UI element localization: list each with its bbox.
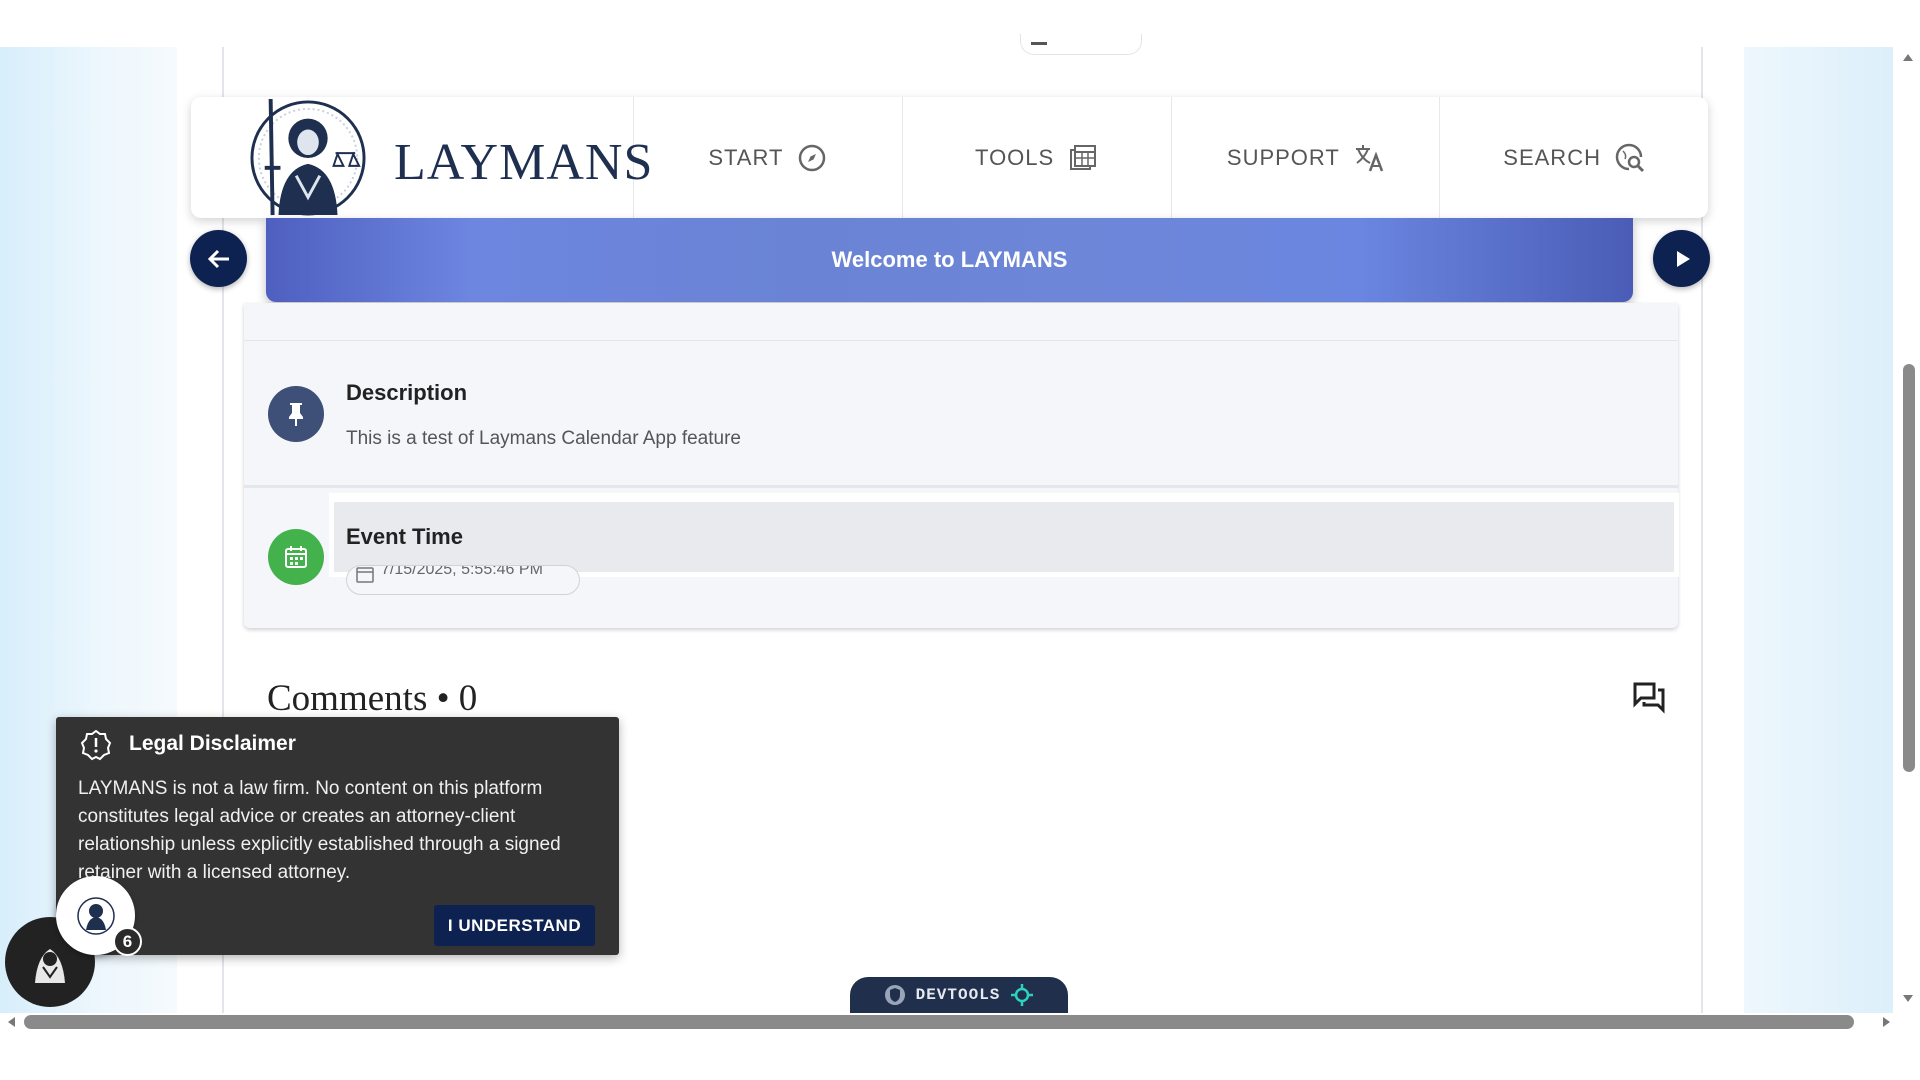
- disclaimer-title: Legal Disclaimer: [129, 732, 296, 755]
- brand[interactable]: LAYMANS: [191, 97, 652, 218]
- laymans-logo-icon: [76, 896, 115, 935]
- devtools-label: DEVTOOLS: [915, 986, 1001, 1004]
- event-time-value: 7/15/2025, 5:55:46 PM: [381, 565, 543, 578]
- legal-disclaimer: Legal Disclaimer LAYMANS is not a law fi…: [56, 717, 619, 955]
- nav-support-label: SUPPORT: [1226, 144, 1340, 170]
- table-icon: [1070, 144, 1097, 170]
- nav-start-label: START: [708, 144, 784, 170]
- pin-avatar: [268, 386, 324, 442]
- nav-start[interactable]: START: [634, 97, 903, 218]
- understand-button[interactable]: I UNDERSTAND: [434, 905, 595, 946]
- card-divider: [244, 340, 1678, 341]
- nav-support[interactable]: SUPPORT: [1172, 97, 1441, 218]
- alert-badge-icon: [80, 729, 112, 761]
- nav-search-label: SEARCH: [1503, 144, 1601, 170]
- arrow-left-icon: [207, 249, 229, 268]
- translate-icon: [1355, 144, 1384, 171]
- event-time-title: Event Time: [346, 524, 463, 549]
- comments-title: Comments • 0: [267, 678, 478, 719]
- devtools-tab[interactable]: DEVTOOLS: [850, 977, 1068, 1013]
- shield-icon: [884, 985, 905, 1005]
- scroll-up-arrow-icon[interactable]: [1901, 52, 1915, 62]
- calendar-icon: [285, 546, 307, 568]
- assistant-avatar-icon: [35, 949, 65, 983]
- pin-icon: [289, 403, 303, 426]
- nav-tools[interactable]: TOOLS: [903, 97, 1172, 218]
- play-button[interactable]: [1653, 230, 1710, 287]
- horizontal-scrollbar-thumb[interactable]: [24, 1015, 1854, 1029]
- search-globe-icon: [1615, 143, 1645, 172]
- nav-tools-label: TOOLS: [975, 144, 1055, 170]
- nav-search[interactable]: SEARCH: [1440, 97, 1708, 218]
- back-button[interactable]: [190, 230, 247, 287]
- vertical-scrollbar-thumb[interactable]: [1903, 364, 1915, 772]
- scroll-right-arrow-icon[interactable]: [1882, 1015, 1892, 1029]
- event-time-chip: 7/15/2025, 5:55:46 PM: [346, 565, 580, 595]
- play-icon: [1676, 250, 1690, 267]
- description-title: Description: [346, 380, 468, 405]
- scroll-left-arrow-icon[interactable]: [6, 1015, 16, 1029]
- calendar-avatar: [268, 529, 324, 585]
- scroll-down-arrow-icon[interactable]: [1901, 994, 1915, 1004]
- description-text: This is a test of Laymans Calendar App f…: [346, 428, 741, 449]
- brand-name: LAYMANS: [394, 134, 654, 191]
- row-separator: [244, 485, 1678, 488]
- crosshair-icon: [1011, 984, 1034, 1006]
- notification-badge: 6: [113, 927, 142, 956]
- event-card: Description This is a test of Laymans Ca…: [244, 303, 1679, 628]
- welcome-banner: Welcome to LAYMANS: [266, 218, 1633, 302]
- compass-icon: [799, 144, 826, 171]
- welcome-text: Welcome to LAYMANS: [831, 247, 1068, 272]
- main-nav: LAYMANS START TOOLS SUPPORT SEARCH: [191, 97, 1708, 218]
- justice-logo-icon: [250, 99, 366, 216]
- forum-icon[interactable]: [1632, 680, 1666, 714]
- event-time-highlight: [334, 502, 1674, 572]
- disclaimer-body: LAYMANS is not a law firm. No content on…: [78, 778, 561, 883]
- page-background-right: [1744, 47, 1893, 1013]
- top-collapsed-tab[interactable]: [1020, 34, 1142, 55]
- calendar-small-icon: [356, 567, 374, 583]
